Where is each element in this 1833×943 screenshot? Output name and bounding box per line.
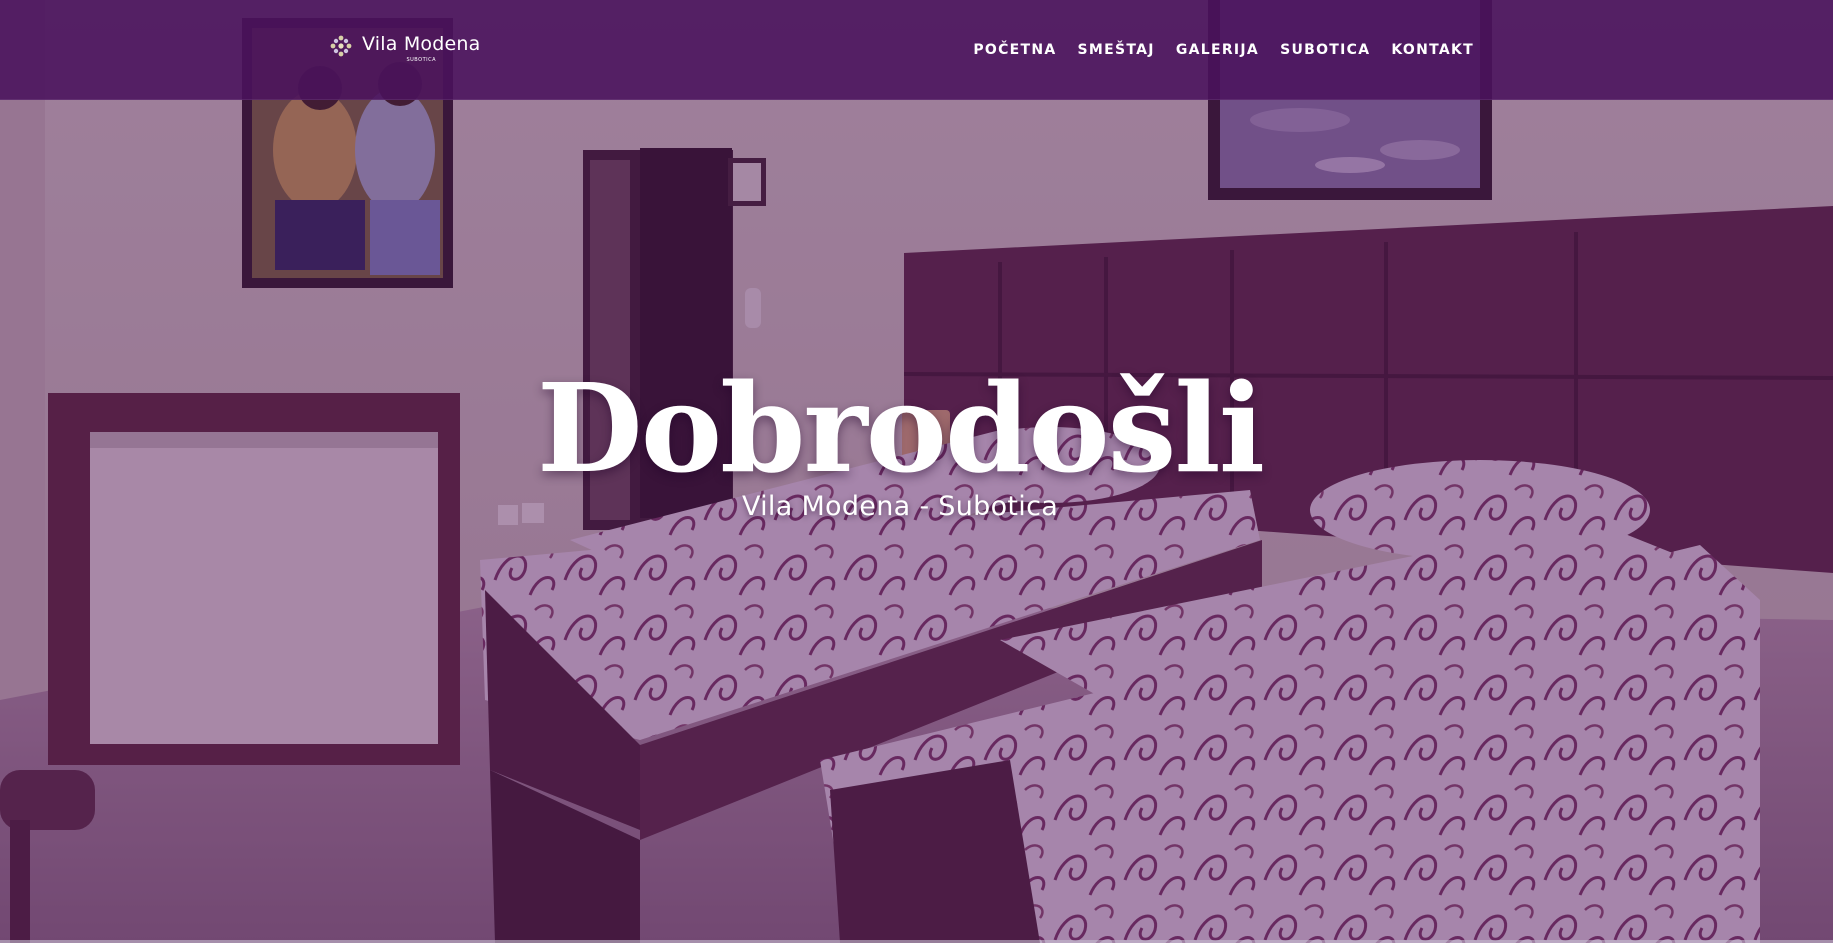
logo-name: Vila Modena (362, 33, 481, 55)
nav-item-kontakt[interactable]: KONTAKT (1391, 42, 1474, 58)
nav-item-smestaj[interactable]: SMEŠTAJ (1078, 42, 1155, 58)
logo-subtitle: SUBOTICA (406, 57, 437, 63)
hero-section: Dobrodošli Vila Modena - Subotica (0, 0, 1833, 943)
nav-item-pocetna[interactable]: POČETNA (973, 42, 1056, 58)
main-nav: POČETNA SMEŠTAJ GALERIJA SUBOTICA KONTAK… (973, 42, 1474, 58)
nav-item-subotica[interactable]: SUBOTICA (1280, 42, 1370, 58)
logo-text: Vila Modena SUBOTICA (362, 33, 480, 63)
hero-title: Dobrodošli (536, 356, 1265, 500)
hero-subtitle: Vila Modena - Subotica (741, 491, 1059, 522)
site-header: Vila Modena SUBOTICA POČETNA SMEŠTAJ GAL… (0, 0, 1833, 100)
nav-item-galerija[interactable]: GALERIJA (1176, 42, 1259, 58)
flower-dots-icon (330, 35, 352, 57)
logo[interactable]: Vila Modena SUBOTICA (328, 33, 480, 65)
